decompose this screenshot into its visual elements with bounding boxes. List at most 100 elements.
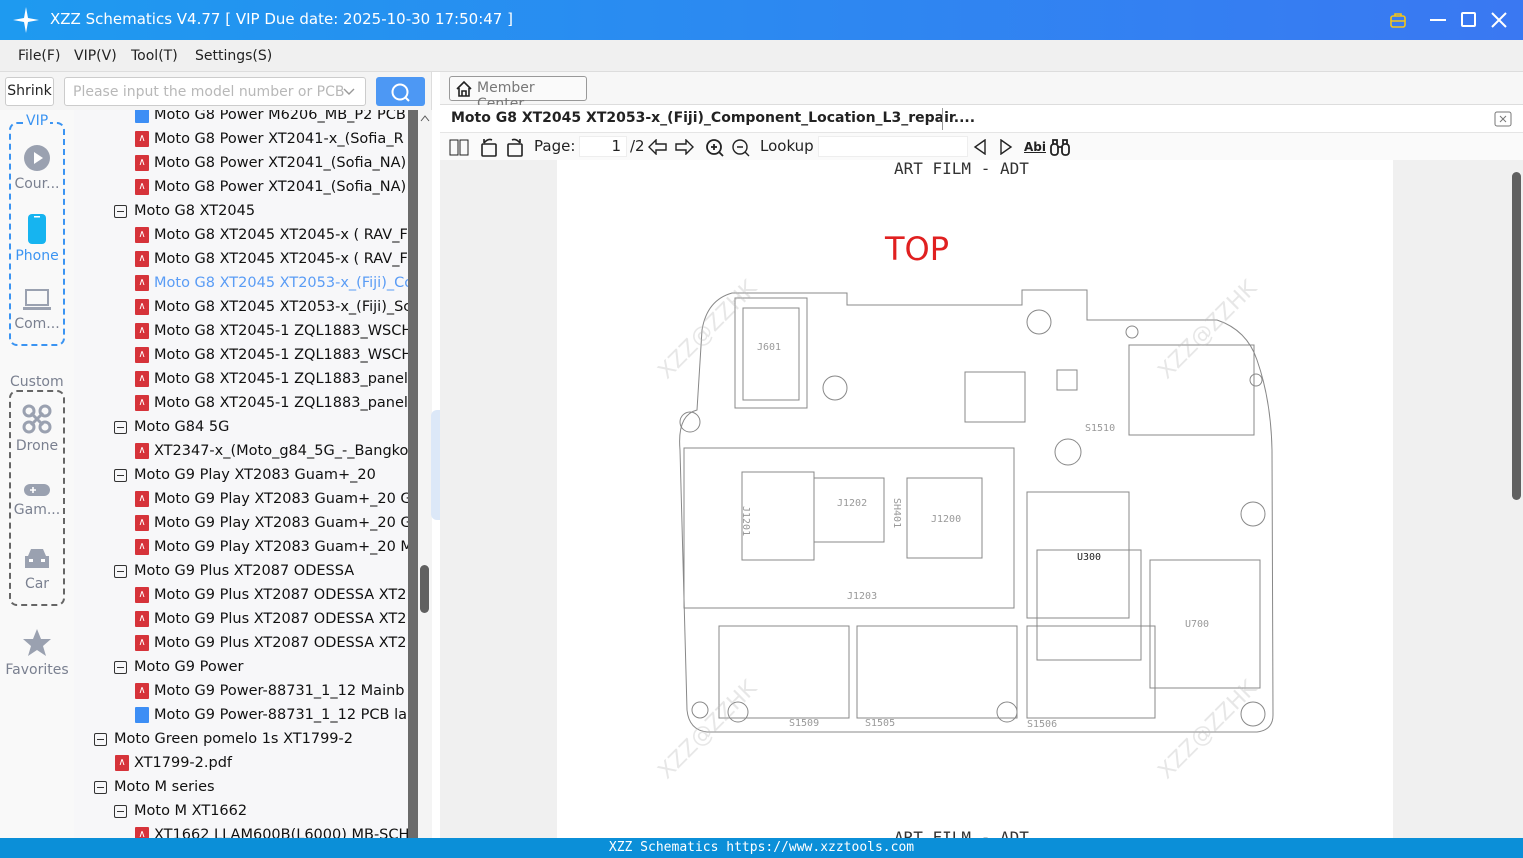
pdf-file-icon[interactable]: ∧ xyxy=(135,131,149,147)
pdf-file-icon[interactable]: ∧ xyxy=(135,275,149,291)
laptop-icon xyxy=(23,289,51,310)
pcb-file-icon[interactable] xyxy=(135,707,149,723)
pdf-file-icon[interactable]: ∧ xyxy=(135,227,149,243)
tree-scroll-thumb[interactable] xyxy=(420,565,429,613)
watermark: XZZ@ZZHK xyxy=(654,275,763,384)
gamepad-icon xyxy=(24,484,50,496)
collapse-icon[interactable] xyxy=(114,205,127,218)
tree-scrollbar[interactable] xyxy=(418,110,432,838)
tree-item-label: Moto Green pomelo 1s XT1799-2 xyxy=(114,731,353,747)
find-prev-icon[interactable] xyxy=(973,139,987,155)
pdf-file-icon[interactable]: ∧ xyxy=(135,683,149,699)
sidebar-item-phone[interactable]: Phone xyxy=(0,214,74,264)
collapse-icon[interactable] xyxy=(94,733,107,746)
close-button[interactable] xyxy=(1490,11,1508,29)
label-j1202: J1202 xyxy=(837,498,867,509)
pdf-file-icon[interactable]: ∧ xyxy=(135,635,149,651)
pdf-file-icon[interactable]: ∧ xyxy=(135,491,149,507)
tree-item-label: Moto G9 Plus XT2087 ODESSA XT2 xyxy=(154,635,407,651)
app-logo-icon xyxy=(13,7,39,33)
pdf-file-icon[interactable]: ∧ xyxy=(135,587,149,603)
model-tree: Moto G8 Power M6206_MB_P2 PCB ∧ Moto G8 Po… xyxy=(74,110,408,838)
collapse-icon[interactable] xyxy=(114,805,127,818)
collapse-icon[interactable] xyxy=(114,469,127,482)
viewer-scroll-thumb[interactable] xyxy=(1512,172,1521,500)
minimize-button[interactable] xyxy=(1430,19,1446,21)
pdf-file-icon[interactable]: ∧ xyxy=(135,347,149,363)
menu-settings[interactable]: Settings(S) xyxy=(195,48,272,64)
member-center-button[interactable]: Member Center xyxy=(449,76,587,112)
status-bar: XZZ Schematics https://www.xzztools.com xyxy=(0,838,1523,858)
tree-item-label: Moto G8 XT2045-1 ZQL1883_panel xyxy=(154,395,408,411)
pdf-file-icon[interactable]: ∧ xyxy=(135,179,149,195)
pdf-file-icon[interactable]: ∧ xyxy=(135,251,149,267)
lookup-input[interactable] xyxy=(818,136,968,157)
rotate-left-icon[interactable] xyxy=(479,137,499,157)
play-icon xyxy=(24,145,50,171)
viewer-scrollbar[interactable] xyxy=(1510,160,1523,838)
sidebar-item-games[interactable]: Gam... xyxy=(0,482,74,518)
custom-group-label: Custom xyxy=(10,374,64,390)
pdf-file-icon[interactable]: ∧ xyxy=(135,395,149,411)
match-case-button[interactable]: Abi xyxy=(1024,140,1046,154)
pdf-file-icon[interactable]: ∧ xyxy=(135,827,149,838)
menu-vip[interactable]: VIP(V) xyxy=(74,48,117,64)
scroll-up-icon[interactable] xyxy=(420,114,430,122)
tree-item-label: Moto G9 Play XT2083 Guam+_20 M xyxy=(154,539,408,555)
drone-icon xyxy=(22,404,52,434)
tree-item-label: Moto G8 XT2045-1 ZQL1883_WSCH xyxy=(154,347,408,363)
vip-bag-icon[interactable] xyxy=(1389,11,1407,29)
tree-item-label: Moto G8 XT2045 XT2045-x ( RAV_F xyxy=(154,227,408,243)
tree-item-label: Moto M series xyxy=(114,779,215,795)
tree-item-label: Moto G9 Play XT2083 Guam+_20 G xyxy=(154,515,408,531)
binoculars-icon[interactable] xyxy=(1049,138,1071,156)
collapse-icon[interactable] xyxy=(114,661,127,674)
phone-icon xyxy=(28,214,46,244)
collapse-icon[interactable] xyxy=(114,421,127,434)
find-next-icon[interactable] xyxy=(999,139,1013,155)
tree-item-label: Moto G8 Power XT2041_(Sofia_NA) xyxy=(154,155,407,171)
window-title: XZZ Schematics V4.77 [ VIP Due date: 202… xyxy=(50,10,513,28)
page-input[interactable]: 1 xyxy=(579,136,627,157)
zoom-in-icon[interactable] xyxy=(705,138,725,158)
search-icon xyxy=(391,83,410,102)
collapse-pane-handle[interactable] xyxy=(431,410,440,520)
pdf-file-icon[interactable]: ∧ xyxy=(135,539,149,555)
zoom-out-icon[interactable] xyxy=(731,138,751,158)
menu-bar: File(F) VIP(V) Tool(T) Settings(S) xyxy=(0,40,1523,72)
sidebar-item-car[interactable]: Car xyxy=(0,546,74,592)
pdf-file-icon[interactable]: ∧ xyxy=(135,611,149,627)
pdf-file-icon[interactable]: ∧ xyxy=(135,299,149,315)
collapse-icon[interactable] xyxy=(114,565,127,578)
rotate-right-icon[interactable] xyxy=(505,137,525,157)
sidebar-item-courses[interactable]: Cour... xyxy=(0,144,74,192)
sidebar-item-computer[interactable]: Com... xyxy=(0,288,74,332)
pdf-file-icon[interactable]: ∧ xyxy=(135,371,149,387)
tree-item-label: Moto G8 XT2045-1 ZQL1883_WSCH xyxy=(154,323,408,339)
collapse-icon[interactable] xyxy=(94,781,107,794)
chevron-down-icon[interactable] xyxy=(343,87,355,97)
two-page-view-icon[interactable] xyxy=(449,139,469,156)
menu-tool[interactable]: Tool(T) xyxy=(131,48,178,64)
pdf-file-icon[interactable]: ∧ xyxy=(135,443,149,459)
menu-file[interactable]: File(F) xyxy=(18,48,60,64)
model-search-input[interactable]: Please input the model number or PCB xyxy=(64,77,366,106)
sidebar-item-drone[interactable]: Drone xyxy=(0,404,74,454)
search-button[interactable] xyxy=(376,77,425,106)
document-tab[interactable]: Moto G8 XT2045 XT2053-x_(Fiji)_Component… xyxy=(451,110,975,126)
close-tab-icon[interactable] xyxy=(1494,111,1512,127)
sidebar-item-favorites[interactable]: Favorites xyxy=(0,628,74,678)
watermark: XZZ@ZZHK xyxy=(654,675,763,784)
tree-item-label: XT1662 LLAM600B(L6000) MB-SCH xyxy=(154,827,408,838)
pdf-file-icon[interactable]: ∧ xyxy=(135,515,149,531)
pdf-page[interactable]: ART FILM - ADT TOP J601 J1202 J1201 SH40… xyxy=(557,160,1393,838)
pdf-file-icon[interactable]: ∧ xyxy=(115,755,129,771)
pdf-file-icon[interactable]: ∧ xyxy=(135,323,149,339)
prev-page-icon[interactable] xyxy=(648,139,668,155)
shrink-button[interactable]: Shrink xyxy=(5,77,54,106)
label-s1509: S1509 xyxy=(789,718,819,729)
pcb-file-icon[interactable] xyxy=(135,110,149,123)
maximize-button[interactable] xyxy=(1461,12,1476,27)
pdf-file-icon[interactable]: ∧ xyxy=(135,155,149,171)
next-page-icon[interactable] xyxy=(674,139,694,155)
